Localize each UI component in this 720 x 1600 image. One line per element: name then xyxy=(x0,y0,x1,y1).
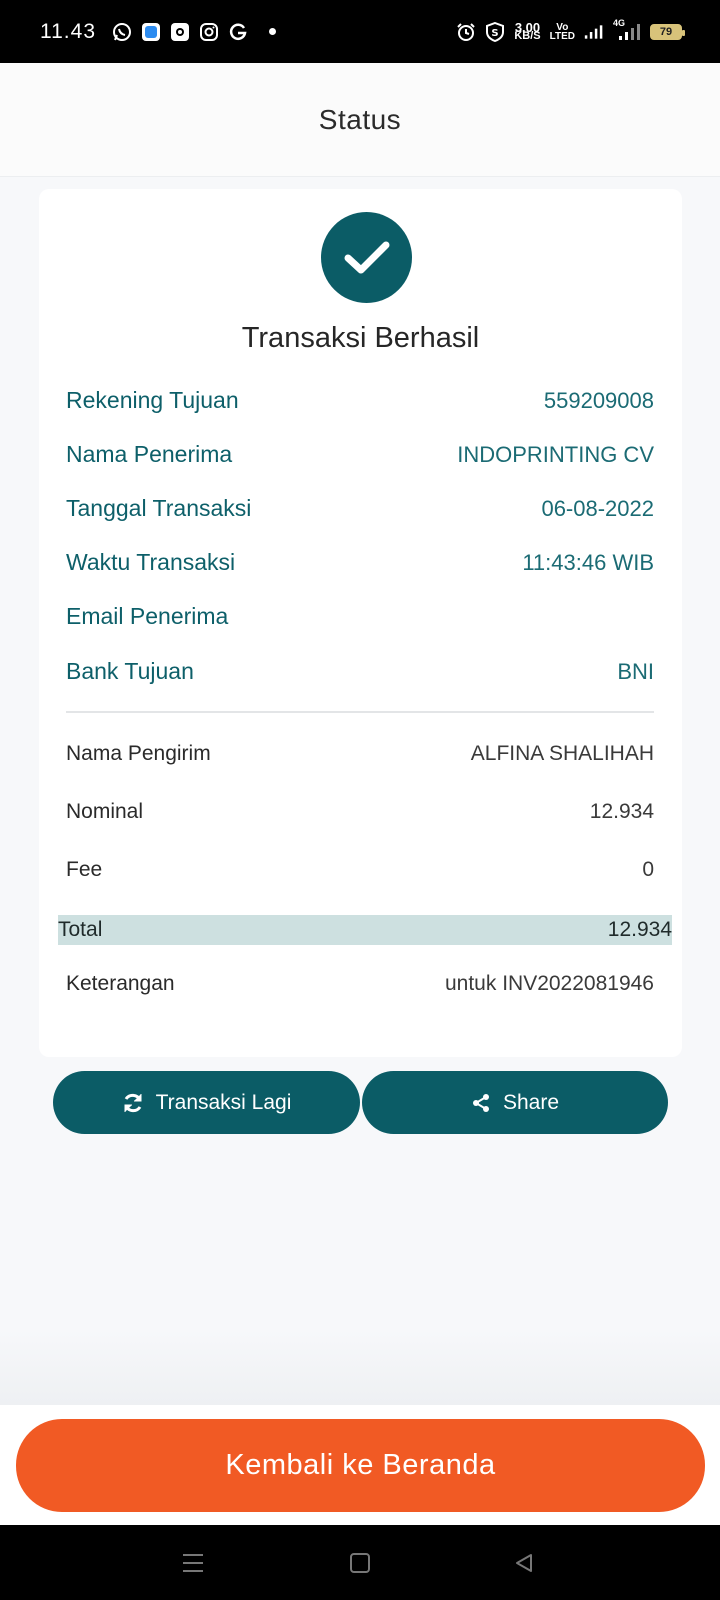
network-speed: 3.00 KB/S xyxy=(514,21,541,42)
battery-indicator: 79 xyxy=(650,23,685,40)
network-type: 4G xyxy=(613,17,626,28)
instagram-icon xyxy=(199,22,219,42)
transaction-date-row: Tanggal Transaksi 06-08-2022 xyxy=(66,495,654,522)
total-row: Total 12.934 xyxy=(58,915,672,945)
camera-app-icon xyxy=(170,22,190,42)
share-label: Share xyxy=(502,1090,560,1114)
home-nav-icon[interactable] xyxy=(330,1525,390,1600)
row-value: 559209008 xyxy=(543,387,654,413)
share-button[interactable]: Share xyxy=(362,1071,668,1134)
section-divider xyxy=(66,711,654,713)
row-value: ALFINA SHALIHAH xyxy=(470,742,654,765)
success-check-icon xyxy=(321,212,412,303)
row-value: 12.934 xyxy=(589,800,654,823)
row-label: Waktu Transaksi xyxy=(66,549,236,575)
volte-indicator: Vo LTED xyxy=(549,22,575,42)
transaction-time-row: Waktu Transaksi 11:43:46 WIB xyxy=(66,549,654,576)
row-label: Tanggal Transaksi xyxy=(66,495,252,521)
back-to-home-label: Kembali ke Beranda xyxy=(225,1449,496,1481)
alarm-icon xyxy=(456,22,476,42)
status-time: 11.43 xyxy=(40,19,96,43)
transact-again-button[interactable]: Transaksi Lagi xyxy=(53,1071,360,1134)
transaction-card: Transaksi Berhasil Rekening Tujuan 55920… xyxy=(39,189,682,1057)
row-value: 11:43:46 WIB xyxy=(522,549,654,575)
page-header: Status xyxy=(0,63,720,177)
row-label: Nominal xyxy=(66,800,144,823)
recipient-email-row: Email Penerima xyxy=(66,603,654,630)
row-value: 0 xyxy=(642,858,654,881)
destination-bank-row: Bank Tujuan BNI xyxy=(66,658,654,685)
refresh-icon xyxy=(122,1092,144,1114)
row-label: Nama Penerima xyxy=(66,441,233,467)
network-speed-unit: KB/S xyxy=(514,29,541,42)
signal-icon xyxy=(584,22,604,42)
app-icon xyxy=(141,22,161,42)
status-bar: 11.43 S 3.00 KB/S Vo LTED 4G 79 xyxy=(0,0,720,63)
row-value: 06-08-2022 xyxy=(541,495,654,521)
share-icon xyxy=(471,1093,491,1113)
signal-4g-icon: 4G xyxy=(613,18,641,42)
whatsapp-icon xyxy=(112,22,132,42)
total-label: Total xyxy=(58,918,103,941)
system-icons: S 3.00 KB/S Vo LTED 4G 79 xyxy=(456,18,685,42)
row-value: BNI xyxy=(617,658,654,684)
nominal-row: Nominal 12.934 xyxy=(66,800,654,824)
system-nav-bar xyxy=(0,1525,720,1600)
row-label: Email Penerima xyxy=(66,603,229,629)
fee-row: Fee 0 xyxy=(66,858,654,882)
page-title: Status xyxy=(318,103,402,135)
sender-name-row: Nama Pengirim ALFINA SHALIHAH xyxy=(66,742,654,766)
back-nav-icon[interactable] xyxy=(494,1525,554,1600)
recipient-account-row: Rekening Tujuan 559209008 xyxy=(66,387,654,414)
google-icon xyxy=(228,22,248,42)
transaction-status-title: Transaksi Berhasil xyxy=(241,322,480,354)
shield-icon: S xyxy=(485,21,505,42)
recipient-name-row: Nama Penerima INDOPRINTING CV xyxy=(66,441,654,468)
menu-icon[interactable] xyxy=(163,1525,223,1600)
row-value: untuk INV2022081946 xyxy=(444,972,654,995)
more-notifications-dot xyxy=(269,28,276,35)
total-value: 12.934 xyxy=(607,918,672,941)
row-label: Keterangan xyxy=(66,972,175,995)
svg-text:S: S xyxy=(492,28,499,39)
notification-icons xyxy=(112,22,276,42)
row-label: Fee xyxy=(66,858,103,881)
row-value: INDOPRINTING CV xyxy=(457,441,654,467)
row-label: Rekening Tujuan xyxy=(66,387,239,413)
transact-again-label: Transaksi Lagi xyxy=(155,1090,292,1114)
bottom-fade xyxy=(0,1330,720,1405)
volte-bottom: LTED xyxy=(549,30,575,42)
back-to-home-button[interactable]: Kembali ke Beranda xyxy=(16,1419,705,1512)
row-label: Bank Tujuan xyxy=(66,658,194,684)
note-row: Keterangan untuk INV2022081946 xyxy=(66,972,654,996)
row-label: Nama Pengirim xyxy=(66,742,211,765)
